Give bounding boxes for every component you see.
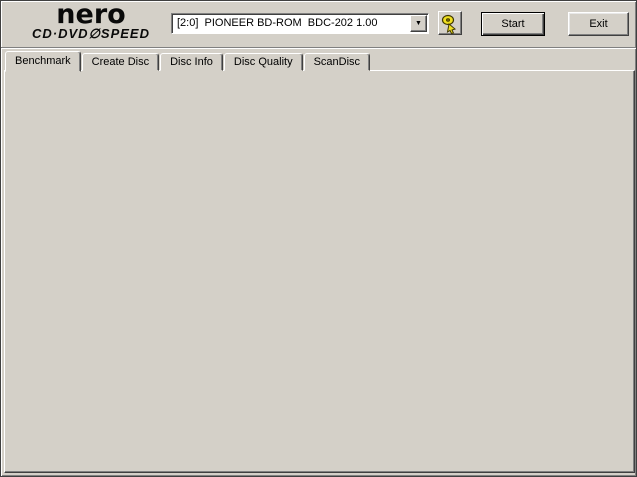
eject-disc-button[interactable] bbox=[438, 11, 462, 35]
nero-logo: nero CD·DVD∅SPEED bbox=[11, 0, 171, 41]
drive-selector-dropdown[interactable]: [2:0] PIONEER BD-ROM BDC-202 1.00 ▼ bbox=[171, 13, 429, 34]
header-divider bbox=[1, 47, 636, 49]
benchmark-tab-panel bbox=[4, 70, 635, 473]
tab-disc-quality[interactable]: Disc Quality bbox=[223, 53, 303, 71]
nero-cd-dvd-speed-window: nero CD·DVD∅SPEED [2:0] PIONEER BD-ROM B… bbox=[0, 0, 637, 477]
eject-disc-icon bbox=[441, 14, 457, 35]
cd-dvd-speed-logo-text: CD·DVD∅SPEED bbox=[32, 26, 150, 41]
tab-strip: Benchmark Create Disc Disc Info Disc Qualit… bbox=[5, 51, 371, 72]
drive-selector-value: [2:0] PIONEER BD-ROM BDC-202 1.00 bbox=[177, 17, 378, 29]
tab-create-disc[interactable]: Create Disc bbox=[81, 53, 160, 71]
chevron-down-icon[interactable]: ▼ bbox=[410, 15, 427, 32]
tab-disc-info[interactable]: Disc Info bbox=[160, 53, 223, 71]
nero-logo-text: nero bbox=[56, 0, 126, 30]
tab-benchmark[interactable]: Benchmark bbox=[5, 51, 81, 72]
tab-scandisc[interactable]: ScanDisc bbox=[303, 53, 371, 71]
exit-button[interactable]: Exit bbox=[568, 12, 629, 36]
start-button[interactable]: Start bbox=[481, 12, 545, 36]
